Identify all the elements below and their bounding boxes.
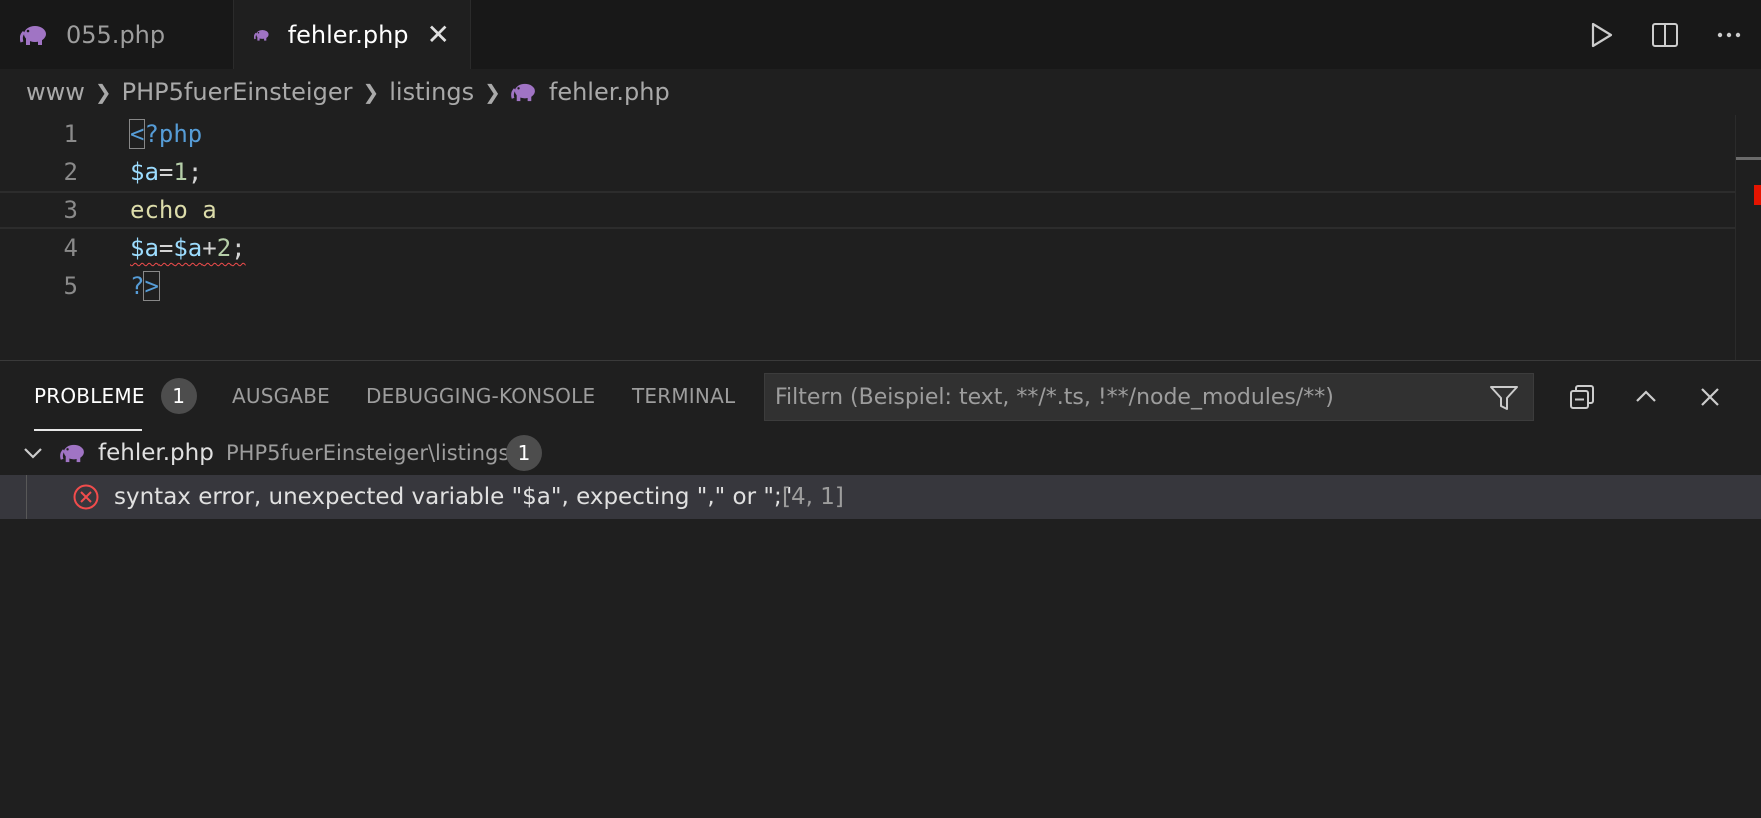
tab-label: fehler.php: [287, 20, 409, 49]
close-panel-button[interactable]: [1688, 375, 1732, 419]
editor-actions: [1569, 0, 1761, 69]
minimap[interactable]: [1735, 115, 1761, 360]
token-semicolon: ;: [231, 234, 246, 262]
token-number: 1: [173, 158, 188, 186]
file-problem-count-badge: 1: [506, 435, 542, 471]
token-operator: +: [202, 234, 217, 262]
problem-file-name: fehler.php: [98, 440, 214, 466]
collapse-all-button[interactable]: [1560, 375, 1604, 419]
chevron-right-icon: ❯: [484, 80, 501, 104]
php-open-tag: ?php: [144, 120, 203, 148]
problem-position: [4, 1]: [782, 484, 844, 510]
tab-terminal-label: TERMINAL: [632, 384, 736, 408]
indent-guide: [26, 475, 27, 519]
token-variable: $a: [130, 158, 159, 186]
chevron-down-icon[interactable]: [22, 442, 44, 464]
problems-count-badge: 1: [160, 378, 197, 414]
line-number: 2: [63, 158, 78, 186]
more-icon: [1717, 32, 1741, 37]
code-text: echo a: [130, 196, 217, 224]
php-close-tag: ?: [130, 272, 145, 300]
token-operator: =: [158, 158, 174, 186]
code-text: $a=1;: [130, 158, 202, 186]
bracket-close: >: [143, 271, 160, 301]
breadcrumb-item-listings[interactable]: listings: [389, 78, 474, 106]
token-variable: $a: [173, 234, 203, 262]
token-keyword: echo: [130, 196, 188, 224]
breadcrumb-item-file[interactable]: fehler.php: [511, 78, 670, 106]
filter-icon[interactable]: [1489, 384, 1519, 412]
more-actions-button[interactable]: [1697, 0, 1761, 69]
code-line-3: 3 echo a: [0, 191, 1735, 229]
minimap-slider[interactable]: [1736, 157, 1761, 160]
code-text-error: $a=$a+2;: [130, 234, 246, 262]
php-elephant-icon: [60, 444, 84, 463]
maximize-panel-button[interactable]: [1624, 375, 1668, 419]
code-line-1: 1 <?php: [0, 115, 1735, 153]
chevron-right-icon: ❯: [362, 80, 380, 104]
code-editor[interactable]: 1 <?php 2 $a=1; 3 echo a 4 $a=$a+2; 5 ?>: [0, 115, 1761, 360]
problem-file-path: PHP5fuerEinsteiger\listings: [226, 441, 510, 465]
breadcrumb: www ❯ PHP5fuerEinsteiger ❯ listings ❯ fe…: [0, 69, 1761, 115]
play-icon: [1591, 22, 1613, 47]
tab-problems-label: PROBLEME: [34, 384, 145, 408]
split-editor-button[interactable]: [1633, 0, 1697, 69]
tab-debug-console[interactable]: DEBUGGING-KONSOLE: [366, 361, 595, 431]
line-number: 3: [63, 196, 78, 224]
split-editor-icon: [1652, 22, 1678, 47]
token-variable: $a: [130, 234, 159, 262]
token-semicolon: ;: [187, 158, 203, 186]
php-elephant-icon: [254, 29, 269, 41]
problem-item[interactable]: syntax error, unexpected variable "$a", …: [0, 475, 1761, 519]
bracket-open: <: [128, 119, 146, 149]
code-line-2: 2 $a=1;: [0, 153, 1735, 191]
chevron-right-icon: ❯: [94, 80, 112, 104]
problem-message: syntax error, unexpected variable "$a", …: [114, 484, 793, 510]
panel-tabs: PROBLEME 1 AUSGABE DEBUGGING-KONSOLE TER…: [0, 361, 1761, 431]
error-marker: [1754, 185, 1761, 205]
code-line-4: 4 $a=$a+2;: [0, 229, 1735, 267]
problems-file-group[interactable]: fehler.php PHP5fuerEinsteiger\listings 1: [0, 431, 1761, 475]
code-text: <?php: [128, 119, 203, 149]
error-icon: [73, 484, 99, 510]
tab-problems[interactable]: PROBLEME 1: [34, 361, 197, 431]
bottom-panel: PROBLEME 1 AUSGABE DEBUGGING-KONSOLE TER…: [0, 360, 1761, 818]
close-icon: [1701, 388, 1719, 406]
run-button[interactable]: [1569, 0, 1633, 69]
tab-fehler-php[interactable]: fehler.php ✕: [234, 0, 471, 69]
tab-terminal[interactable]: TERMINAL: [632, 361, 735, 431]
tab-label: 055.php: [66, 20, 166, 49]
editor-tab-bar: 055.php fehler.php ✕: [0, 0, 1761, 69]
tab-output[interactable]: AUSGABE: [232, 361, 330, 431]
line-number: 5: [63, 272, 78, 300]
php-elephant-icon: [20, 25, 46, 45]
breadcrumb-item-www[interactable]: www: [26, 78, 85, 106]
breadcrumb-file-label: fehler.php: [548, 78, 670, 106]
breadcrumb-item-php5[interactable]: PHP5fuerEinsteiger: [122, 78, 353, 106]
code-line-5: 5 ?>: [0, 267, 1735, 305]
php-elephant-icon: [511, 83, 535, 102]
chevron-up-icon: [1636, 390, 1656, 402]
tab-debug-label: DEBUGGING-KONSOLE: [366, 384, 596, 408]
tab-output-label: AUSGABE: [232, 384, 330, 408]
code-text: ?>: [130, 271, 160, 301]
collapse-all-icon: [1570, 385, 1594, 409]
token-identifier: a: [187, 196, 217, 224]
line-number: 1: [63, 120, 78, 148]
token-operator: =: [158, 234, 174, 262]
line-number: 4: [63, 234, 78, 262]
filter-placeholder: Filtern (Beispiel: text, **/*.ts, !**/no…: [775, 384, 1334, 410]
tab-055-php[interactable]: 055.php: [0, 0, 234, 69]
close-icon[interactable]: ✕: [427, 20, 450, 49]
token-number: 2: [216, 234, 232, 262]
problems-filter-input[interactable]: Filtern (Beispiel: text, **/*.ts, !**/no…: [764, 373, 1534, 421]
